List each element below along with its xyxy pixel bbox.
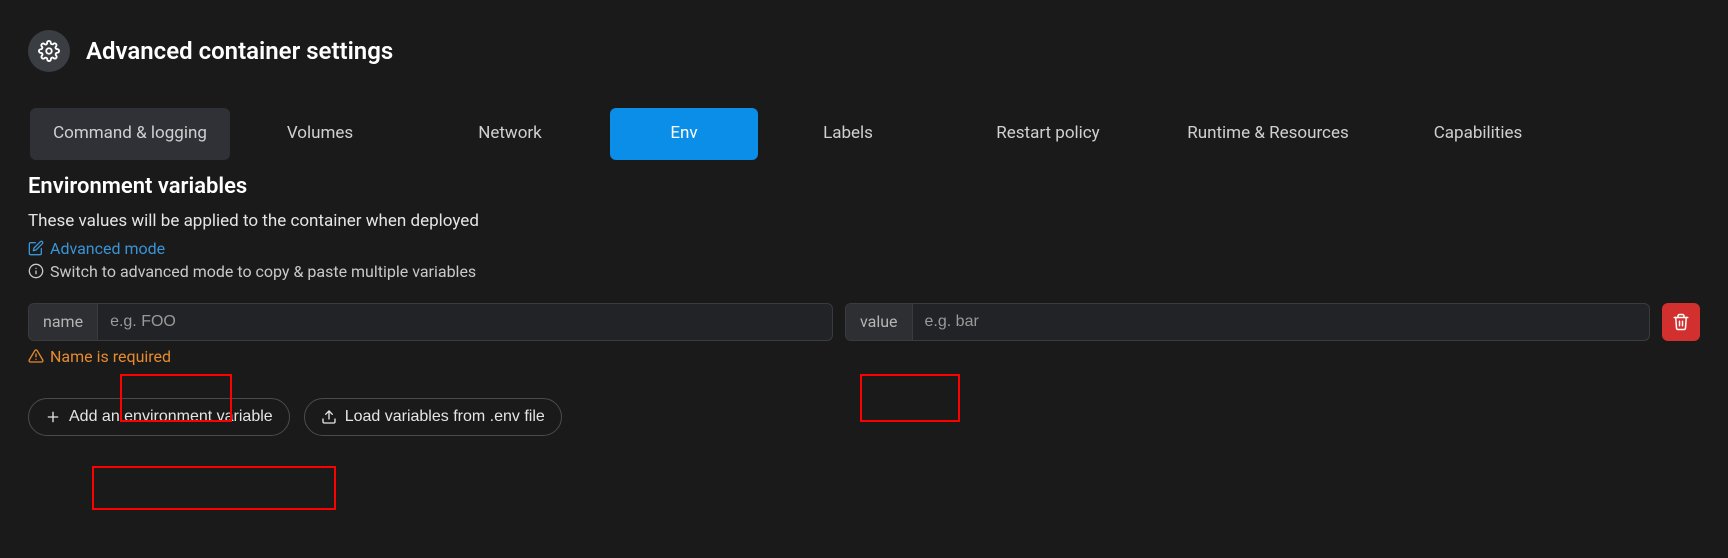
tab-command-logging[interactable]: Command & logging xyxy=(30,108,230,160)
add-env-button[interactable]: Add an environment variable xyxy=(28,398,290,436)
add-env-label: Add an environment variable xyxy=(69,408,273,426)
tab-capabilities[interactable]: Capabilities xyxy=(1378,108,1578,160)
env-value-group: value xyxy=(845,303,1650,341)
env-name-group: name xyxy=(28,303,833,341)
hint-row: Switch to advanced mode to copy & paste … xyxy=(28,262,1700,281)
tab-env[interactable]: Env xyxy=(610,108,758,160)
env-value-label: value xyxy=(846,304,913,340)
env-name-label: name xyxy=(29,304,98,340)
section-desc: These values will be applied to the cont… xyxy=(28,211,1700,231)
page-header: Advanced container settings xyxy=(28,30,1700,72)
edit-icon xyxy=(28,240,44,256)
info-icon xyxy=(28,263,44,279)
plus-icon xyxy=(45,409,61,425)
tab-volumes[interactable]: Volumes xyxy=(230,108,410,160)
actions-row: Add an environment variable Load variabl… xyxy=(28,398,1700,436)
tab-runtime-resources[interactable]: Runtime & Resources xyxy=(1158,108,1378,160)
env-name-input[interactable] xyxy=(98,304,832,340)
tab-labels[interactable]: Labels xyxy=(758,108,938,160)
advanced-mode-label: Advanced mode xyxy=(50,239,165,258)
tab-restart-policy[interactable]: Restart policy xyxy=(938,108,1158,160)
validation-warning: Name is required xyxy=(28,347,1700,366)
advanced-mode-link[interactable]: Advanced mode xyxy=(28,239,1700,258)
load-env-label: Load variables from .env file xyxy=(345,408,545,426)
annotation-highlight xyxy=(92,466,336,510)
gear-icon xyxy=(28,30,70,72)
tab-network[interactable]: Network xyxy=(410,108,610,160)
trash-icon xyxy=(1672,313,1690,331)
load-env-button[interactable]: Load variables from .env file xyxy=(304,398,562,436)
warning-icon xyxy=(28,348,44,364)
env-value-input[interactable] xyxy=(913,304,1649,340)
warning-text: Name is required xyxy=(50,347,171,366)
delete-env-button[interactable] xyxy=(1662,303,1700,341)
tabs: Command & logging Volumes Network Env La… xyxy=(28,108,1700,160)
page-title: Advanced container settings xyxy=(86,37,393,65)
hint-text: Switch to advanced mode to copy & paste … xyxy=(50,262,476,281)
section-title: Environment variables xyxy=(28,174,1700,199)
env-var-row: name value xyxy=(28,303,1700,341)
upload-icon xyxy=(321,409,337,425)
